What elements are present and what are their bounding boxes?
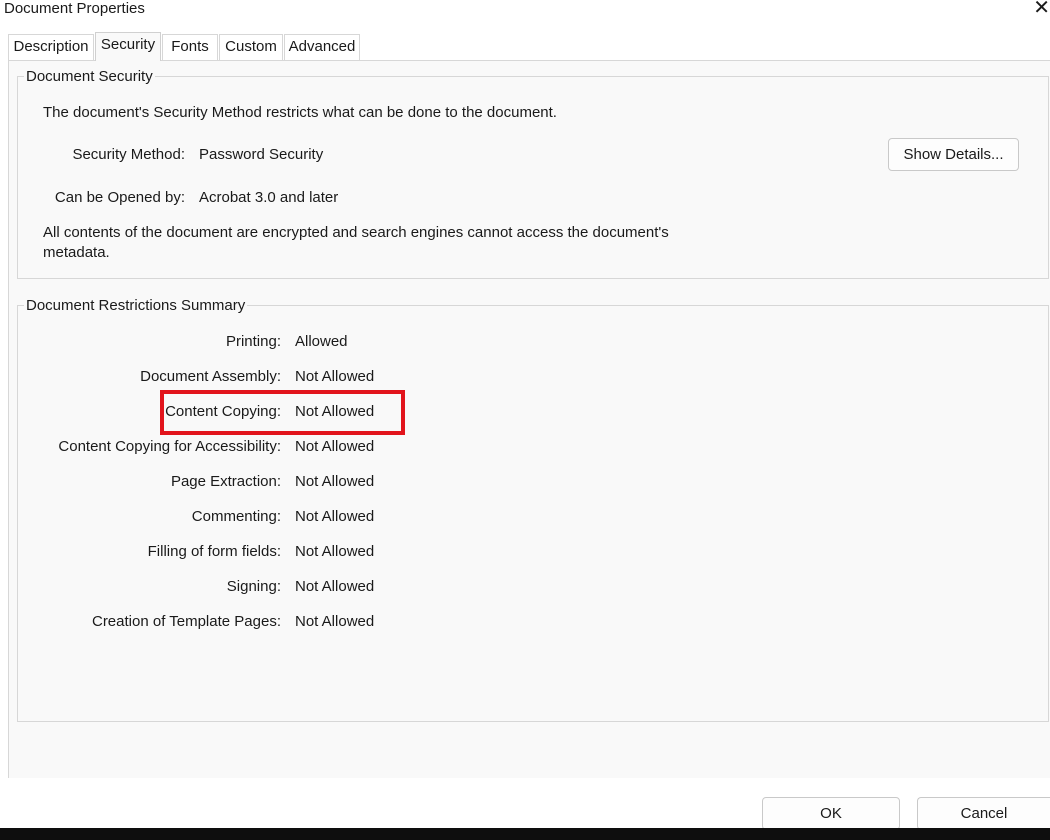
- restriction-label-content-copying: Content Copying:: [165, 403, 281, 420]
- restriction-label-filling-form-fields: Filling of form fields:: [147, 543, 281, 560]
- show-details-button[interactable]: Show Details...: [888, 138, 1019, 171]
- restriction-label-signing: Signing:: [226, 578, 281, 595]
- security-method-value: Password Security: [199, 146, 324, 163]
- tab-fonts[interactable]: Fonts: [162, 34, 218, 60]
- restriction-label-page-extraction: Page Extraction:: [170, 473, 281, 490]
- taskbar-strip: [0, 828, 1050, 840]
- security-method-label: Security Method:: [72, 146, 185, 163]
- dialog-footer: OK Cancel: [0, 778, 1050, 830]
- restriction-value-commenting: Not Allowed: [295, 508, 375, 525]
- restriction-label-template-pages: Creation of Template Pages:: [91, 613, 281, 630]
- ok-button[interactable]: OK: [762, 797, 900, 830]
- encryption-note-line2: metadata.: [43, 244, 110, 261]
- tab-strip: Description Security Fonts Custom Advanc…: [8, 32, 1050, 61]
- document-security-group: Document Security: [17, 68, 1049, 279]
- restrictions-summary-legend: Document Restrictions Summary: [26, 297, 246, 314]
- tab-description[interactable]: Description: [8, 34, 94, 60]
- tab-security[interactable]: Security: [95, 32, 161, 61]
- restriction-value-printing: Allowed: [295, 333, 348, 350]
- restriction-value-signing: Not Allowed: [295, 578, 375, 595]
- tab-advanced[interactable]: Advanced: [284, 34, 360, 60]
- restriction-label-commenting: Commenting:: [191, 508, 281, 525]
- window-title: Document Properties: [4, 0, 145, 17]
- restriction-value-content-copying: Not Allowed: [295, 403, 375, 420]
- opened-by-label: Can be Opened by:: [54, 189, 185, 206]
- security-tab-panel: Document Security The document's Securit…: [8, 60, 1050, 778]
- restriction-value-content-copying-accessibility: Not Allowed: [295, 438, 375, 455]
- restriction-label-document-assembly: Document Assembly:: [140, 368, 281, 385]
- restriction-value-filling-form-fields: Not Allowed: [295, 543, 375, 560]
- document-security-legend: Document Security: [26, 68, 153, 85]
- restriction-value-page-extraction: Not Allowed: [295, 473, 375, 490]
- security-intro-text: The document's Security Method restricts…: [43, 104, 557, 121]
- restriction-label-content-copying-accessibility: Content Copying for Accessibility:: [58, 438, 281, 455]
- cancel-button[interactable]: Cancel: [917, 797, 1050, 830]
- close-icon[interactable]: ✕: [1033, 0, 1050, 18]
- tab-custom[interactable]: Custom: [219, 34, 283, 60]
- restriction-label-printing: Printing:: [225, 333, 281, 350]
- opened-by-value: Acrobat 3.0 and later: [199, 189, 339, 206]
- restriction-value-template-pages: Not Allowed: [295, 613, 375, 630]
- encryption-note-line1: All contents of the document are encrypt…: [43, 224, 669, 241]
- document-properties-dialog: Document Properties ✕ Description Securi…: [0, 0, 1050, 840]
- restriction-value-document-assembly: Not Allowed: [295, 368, 375, 385]
